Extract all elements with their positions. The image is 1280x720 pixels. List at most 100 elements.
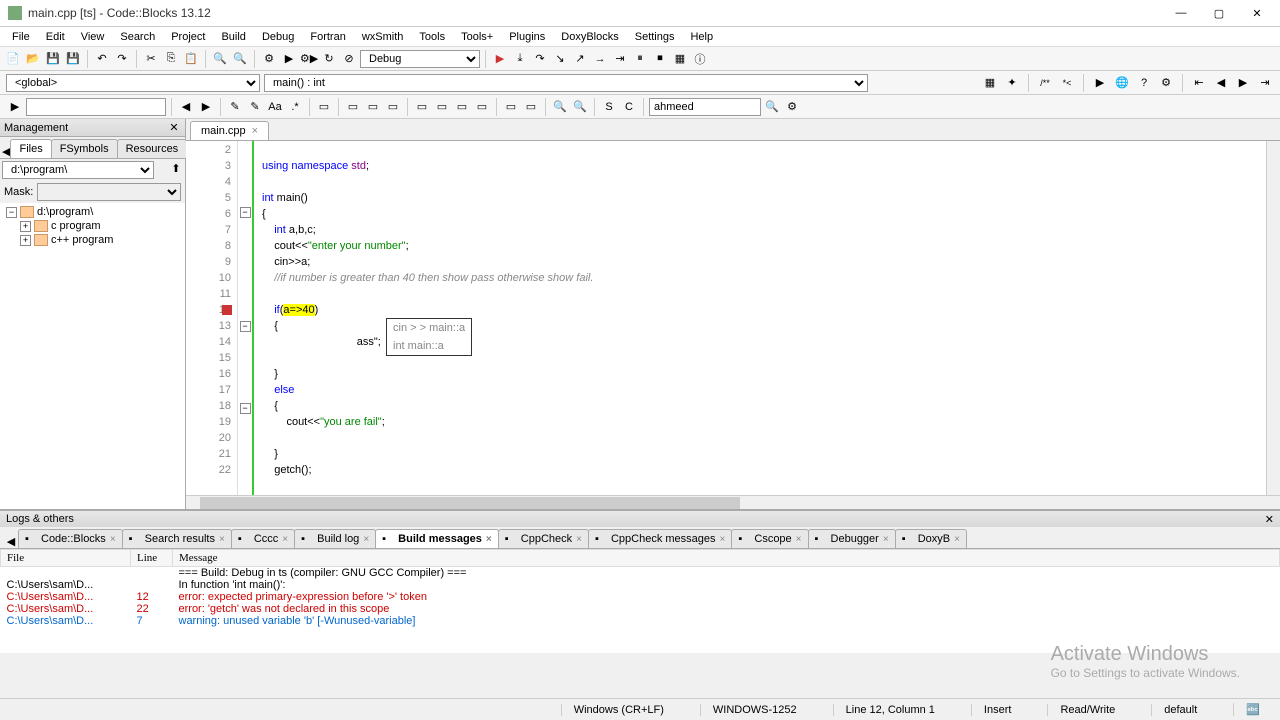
step-out-icon[interactable]: ↗ — [571, 50, 589, 68]
code-line[interactable]: using namespace std; — [262, 158, 1266, 174]
abort-icon[interactable]: ⊘ — [340, 50, 358, 68]
zoom-out-icon[interactable]: 🔍 — [571, 98, 589, 116]
scope-combo[interactable]: <global> — [6, 74, 260, 92]
menu-wxsmith[interactable]: wxSmith — [354, 29, 412, 45]
file-tree[interactable]: −d:\program\ +c program +c++ program — [0, 203, 185, 509]
logs-tab-doxyb[interactable]: ▪DoxyB× — [895, 529, 967, 548]
logs-tab-close-icon[interactable]: × — [486, 534, 492, 545]
path-combo[interactable]: d:\program\ — [2, 161, 154, 179]
minimize-button[interactable]: — — [1166, 3, 1196, 23]
doxy-html-icon[interactable]: 🌐 — [1113, 74, 1131, 92]
menu-project[interactable]: Project — [163, 29, 213, 45]
logs-tab-search-results[interactable]: ▪Search results× — [122, 529, 232, 548]
message-row[interactable]: C:\Users\sam\D...In function 'int main()… — [1, 579, 1280, 591]
doxy-icon[interactable]: ▦ — [981, 74, 999, 92]
logs-tab-cppcheck-messages[interactable]: ▪CppCheck messages× — [588, 529, 732, 548]
fold-toggle-icon[interactable]: − — [240, 403, 251, 414]
code-line[interactable] — [262, 142, 1266, 158]
info-icon[interactable]: ⓘ — [691, 50, 709, 68]
prev-icon[interactable]: ◀ — [1212, 74, 1230, 92]
logs-tab-close-icon[interactable]: × — [720, 534, 726, 545]
next-icon[interactable]: ▶ — [1234, 74, 1252, 92]
goto-icon[interactable]: ▶ — [6, 98, 24, 116]
doxy-chm-icon[interactable]: ? — [1135, 74, 1153, 92]
jump-back-icon[interactable]: ⇤ — [1190, 74, 1208, 92]
mask-combo[interactable] — [37, 183, 181, 201]
logs-tab-build-messages[interactable]: ▪Build messages× — [375, 529, 499, 548]
breakpoint-marker[interactable] — [222, 305, 232, 315]
tab-fsymbols[interactable]: FSymbols — [51, 139, 118, 158]
goto-input[interactable] — [26, 98, 166, 116]
code-line[interactable]: cout<<"enter your number"; — [262, 238, 1266, 254]
build-run-icon[interactable]: ⚙▶ — [300, 50, 318, 68]
message-row[interactable]: C:\Users\sam\D...22error: 'getch' was no… — [1, 603, 1280, 615]
menu-debug[interactable]: Debug — [254, 29, 302, 45]
prev-bookmark-icon[interactable]: ◀ — [177, 98, 195, 116]
status-lang-icon[interactable]: 🔤 — [1233, 703, 1272, 716]
code-line[interactable]: getch(); — [262, 462, 1266, 478]
logs-tab-debugger[interactable]: ▪Debugger× — [808, 529, 896, 548]
menu-file[interactable]: File — [4, 29, 38, 45]
open-file-icon[interactable]: 📂 — [24, 50, 42, 68]
close-button[interactable]: ✕ — [1242, 3, 1272, 23]
step-instr-icon[interactable]: ⇥ — [611, 50, 629, 68]
debug-continue-icon[interactable]: ▶ — [491, 50, 509, 68]
save-icon[interactable]: 💾 — [44, 50, 62, 68]
code-line[interactable]: //if number is greater than 40 then show… — [262, 270, 1266, 286]
logs-tab-build-log[interactable]: ▪Build log× — [294, 529, 376, 548]
next-line-icon[interactable]: ↷ — [531, 50, 549, 68]
fold-toggle-icon[interactable]: − — [240, 321, 251, 332]
sel-icon[interactable]: ▭ — [315, 98, 333, 116]
code-line[interactable]: else — [262, 382, 1266, 398]
logs-tab-close-icon[interactable]: × — [219, 534, 225, 545]
replace-icon[interactable]: 🔍 — [231, 50, 249, 68]
editor-tab-close-icon[interactable]: × — [252, 125, 258, 137]
build-icon[interactable]: ⚙ — [260, 50, 278, 68]
maximize-button[interactable]: ▢ — [1204, 3, 1234, 23]
menu-search[interactable]: Search — [112, 29, 163, 45]
menu-fortran[interactable]: Fortran — [302, 29, 353, 45]
editor-vscroll[interactable] — [1266, 141, 1280, 495]
code-editor[interactable]: 2345678910111213141516171819202122 −−− c… — [186, 141, 1280, 495]
stop-debug-icon[interactable]: ⏹ — [651, 50, 669, 68]
code-line[interactable]: { — [262, 398, 1266, 414]
box5-icon[interactable]: ▭ — [433, 98, 451, 116]
build-target-combo[interactable]: Debug — [360, 50, 480, 68]
code-line[interactable]: int a,b,c; — [262, 222, 1266, 238]
save-all-icon[interactable]: 💾 — [64, 50, 82, 68]
rebuild-icon[interactable]: ↻ — [320, 50, 338, 68]
autocomplete-popup[interactable]: cin > > main::a int main::a — [386, 318, 472, 356]
logs-tab-cccc[interactable]: ▪Cccc× — [231, 529, 295, 548]
logs-tab-prev-icon[interactable]: ◀ — [4, 535, 18, 548]
box2-icon[interactable]: ▭ — [364, 98, 382, 116]
s-icon[interactable]: S — [600, 98, 618, 116]
doxy-run-icon[interactable]: ▶ — [1091, 74, 1109, 92]
logs-close-icon[interactable]: ✕ — [1265, 513, 1274, 526]
hl2-icon[interactable]: ✎ — [246, 98, 264, 116]
next-bookmark-icon[interactable]: ▶ — [197, 98, 215, 116]
logs-tab-close-icon[interactable]: × — [576, 534, 582, 545]
doxy-config-icon[interactable]: ⚙ — [1157, 74, 1175, 92]
search-opts-icon[interactable]: ⚙ — [783, 98, 801, 116]
box7-icon[interactable]: ▭ — [473, 98, 491, 116]
menu-tools[interactable]: Tools — [411, 29, 453, 45]
run-icon[interactable]: ▶ — [280, 50, 298, 68]
find-icon[interactable]: 🔍 — [211, 50, 229, 68]
doxy-wizard-icon[interactable]: ✦ — [1003, 74, 1021, 92]
logs-tab-close-icon[interactable]: × — [110, 534, 116, 545]
tab-prev-icon[interactable]: ◀ — [2, 145, 10, 158]
code-line[interactable]: { — [262, 206, 1266, 222]
paste-icon[interactable]: 📋 — [182, 50, 200, 68]
logs-tab-close-icon[interactable]: × — [954, 534, 960, 545]
menu-edit[interactable]: Edit — [38, 29, 73, 45]
menu-doxyblocks[interactable]: DoxyBlocks — [553, 29, 626, 45]
fold-toggle-icon[interactable]: − — [240, 207, 251, 218]
toggle-source-icon[interactable]: ▭ — [522, 98, 540, 116]
menu-plugins[interactable]: Plugins — [501, 29, 553, 45]
menu-settings[interactable]: Settings — [627, 29, 683, 45]
search-go-icon[interactable]: 🔍 — [763, 98, 781, 116]
c-icon[interactable]: C — [620, 98, 638, 116]
jump-fwd-icon[interactable]: ⇥ — [1256, 74, 1274, 92]
code-line[interactable]: } — [262, 366, 1266, 382]
logs-tab-close-icon[interactable]: × — [363, 534, 369, 545]
